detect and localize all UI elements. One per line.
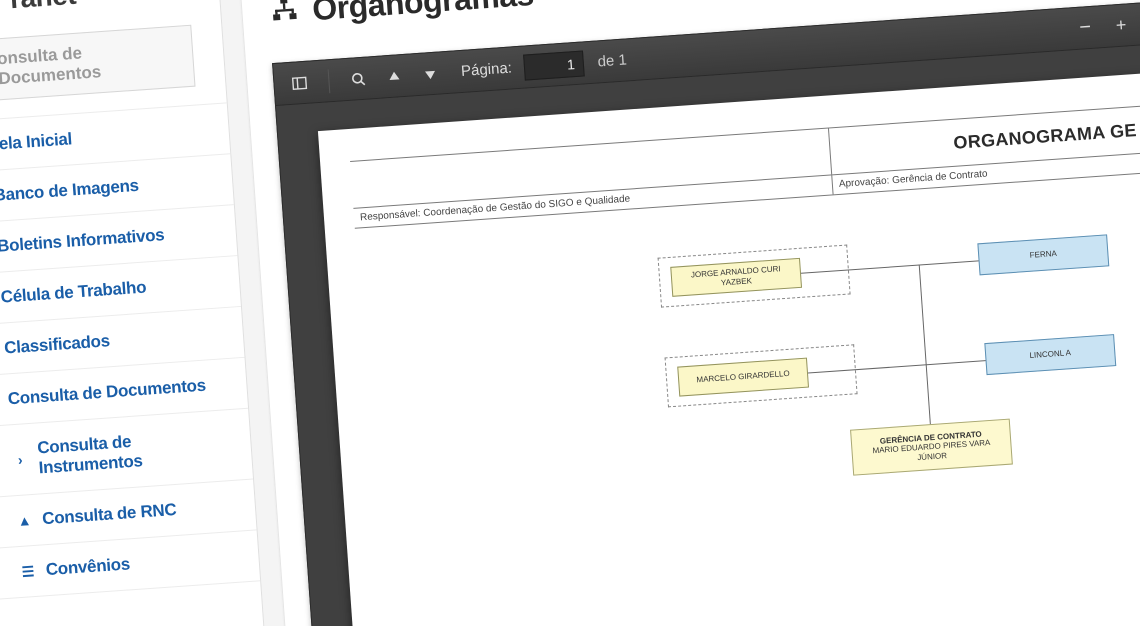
org-box-gerencia: GERÊNCIA DE CONTRATO MARIO EDUARDO PIRES… xyxy=(850,419,1013,476)
org-box-ferna: FERNA xyxy=(977,234,1109,275)
sidebar-item-label: Tela Inicial xyxy=(0,120,205,155)
sidebar: ranet onsulta de Documentos Tela Inicial… xyxy=(0,0,280,626)
sidebar-item-label: Célula de Trabalho xyxy=(0,273,216,308)
pdf-page: ORGANOGRAMA GE Responsável: Coordenação … xyxy=(318,66,1140,626)
toggle-sidebar-button[interactable] xyxy=(283,67,315,99)
sidebar-item-label: Boletins Informativos xyxy=(0,222,212,257)
search-button[interactable] xyxy=(342,63,374,95)
chevron-right-icon: › xyxy=(12,451,29,468)
page-label: Página: xyxy=(461,59,513,80)
sidebar-item-label: Consulta de Documentos xyxy=(7,374,223,409)
sidebar-item-label: Classificados xyxy=(4,324,220,359)
pdf-viewport[interactable]: ORGANOGRAMA GE Responsável: Coordenação … xyxy=(276,35,1140,626)
page-total-label: de 1 xyxy=(597,51,627,70)
misc-icon: ☰ xyxy=(19,563,36,580)
sidebar-item-label: Banco de Imagens xyxy=(0,171,209,206)
sidebar-search-box[interactable]: onsulta de Documentos xyxy=(0,25,196,101)
pdf-viewer: Página: de 1 − + Zoom automátic ORGANOGR… xyxy=(272,0,1140,626)
main-panel: Organogramas Página: de 1 xyxy=(239,0,1140,626)
org-box-lincoln: LINCONL A xyxy=(984,334,1116,375)
zoom-out-button[interactable]: − xyxy=(1069,12,1101,44)
prev-page-button[interactable] xyxy=(378,60,410,92)
org-connector xyxy=(919,264,931,424)
sidebar-item-label: Consulta de RNC xyxy=(42,496,232,529)
page-title: Organogramas xyxy=(311,0,535,28)
sidebar-item-label: Consulta de Instrumentos xyxy=(37,425,228,478)
org-chart-icon xyxy=(269,0,299,29)
page-number-input[interactable] xyxy=(523,50,585,80)
zoom-in-button[interactable]: + xyxy=(1105,9,1137,41)
warning-icon: ▲ xyxy=(16,512,33,529)
next-page-button[interactable] xyxy=(414,58,446,90)
sidebar-item-label: Convênios xyxy=(45,547,235,580)
toolbar-separator xyxy=(328,69,331,93)
